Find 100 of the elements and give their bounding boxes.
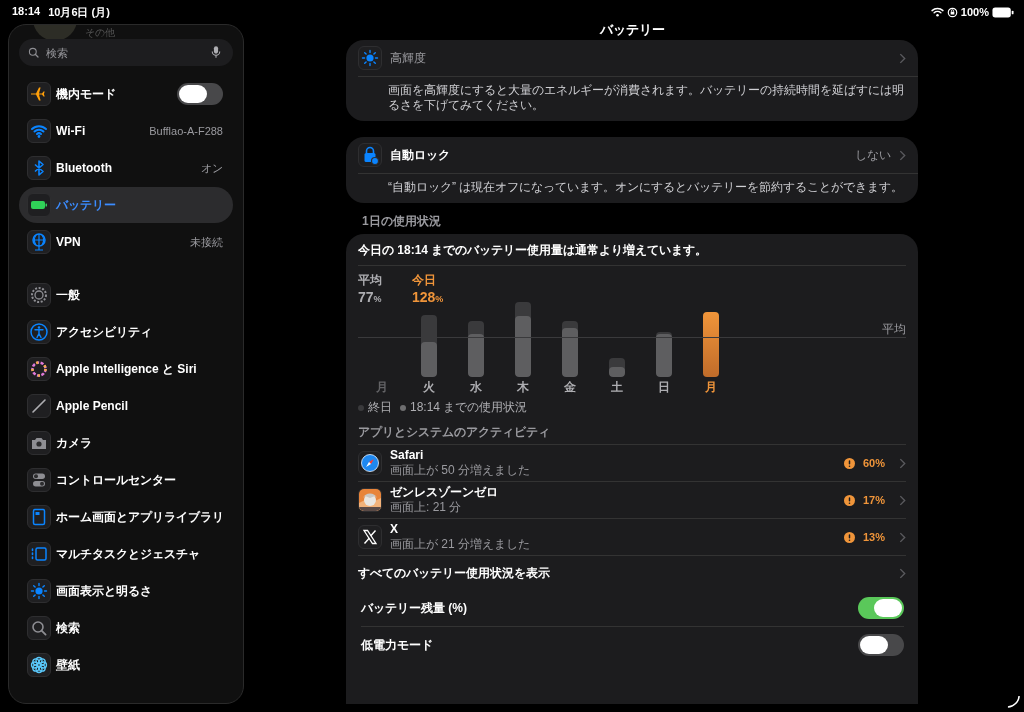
day-label: 日 (657, 379, 670, 396)
home-indicator-icon (1007, 695, 1020, 708)
toggle-switch[interactable] (858, 597, 904, 619)
chevron-icon (899, 52, 906, 64)
status-date: 10月6日 (月) (48, 4, 110, 20)
app-name: X (390, 522, 399, 537)
item-value: Bufflao-A-F288 (149, 125, 223, 137)
sidebar-item[interactable]: 機内モード (19, 76, 233, 112)
usage-share: 17% (862, 494, 885, 506)
battery-percentage: 100% (960, 6, 989, 18)
page-title: バッテリー (598, 21, 666, 39)
sidebar-item[interactable]: 画面表示と明るさ (19, 573, 233, 609)
item-value: 未接続 (190, 234, 223, 250)
app-name: Safari (390, 448, 425, 463)
app-row[interactable]: ゼンレスゾーンゼロ 画面上: 21 分 17% (358, 482, 906, 519)
camera-icon (27, 431, 51, 455)
accessibility-icon (27, 320, 51, 344)
day-label: 水 (469, 379, 482, 396)
sidebar-item[interactable]: 検索 (19, 610, 233, 646)
section-heading: 1日の使用状況 (362, 213, 442, 230)
chevron-icon (899, 567, 906, 579)
sidebar-item[interactable]: マルチタスクとジェスチャ (19, 536, 233, 572)
x-logo-icon (358, 525, 382, 549)
airplane-mode-switch[interactable] (177, 83, 223, 105)
search-icon (26, 45, 41, 60)
usage-bar (561, 321, 578, 377)
search-icon (27, 616, 51, 640)
chevron-icon (899, 494, 906, 506)
app-detail: 画面上が 21 分増えました (390, 537, 531, 552)
stat-label: 平均 (358, 272, 382, 289)
stat-value: 128% (412, 289, 444, 305)
row-label: 自動ロック (390, 146, 451, 164)
battery-icon (27, 193, 51, 217)
usage-bar (467, 321, 484, 377)
usage-bar (420, 315, 437, 377)
globe-icon (27, 230, 51, 254)
sidebar-item[interactable]: アクセシビリティ (19, 314, 233, 350)
card-note: 画面を高輝度にすると大量のエネルギーが消費されます。バッテリーの持続時間を延ばすには明るさを下げてみてください。 (387, 82, 905, 114)
app-detail: 画面上: 21 分 (390, 500, 463, 515)
sidebar-item[interactable]: カメラ (19, 425, 233, 461)
day-label: 金 (563, 379, 576, 396)
row-value: しない (855, 146, 891, 164)
flower-icon (27, 653, 51, 677)
show-all-row[interactable]: すべてのバッテリー使用状況を表示 (358, 556, 906, 590)
sidebar-item[interactable]: Bluetooth オン (19, 150, 233, 186)
usage-bar (655, 332, 672, 377)
day-label: 月 (375, 379, 388, 396)
toggle-switch[interactable] (858, 634, 904, 656)
tablet-icon (27, 505, 51, 529)
status-time: 18:14 (12, 4, 41, 19)
settings-row[interactable]: 自動ロック しない (358, 137, 918, 174)
sidebar-item[interactable]: Apple Pencil (19, 388, 233, 424)
switches-icon (27, 468, 51, 492)
rotation-lock-icon (946, 6, 958, 18)
app-name: ゼンレスゾーンゼロ (390, 485, 499, 500)
bluetooth-icon (27, 156, 51, 180)
usage-bar (608, 358, 625, 377)
sidebar-item[interactable]: コントロールセンター (19, 462, 233, 498)
average-label: 平均 (882, 321, 906, 338)
item-value: オン (201, 160, 223, 176)
sidebar-item[interactable]: Wi-Fi Bufflao-A-F288 (19, 113, 233, 149)
setting-label: バッテリー残量 (%) (361, 599, 467, 617)
legend-label: 終日 (368, 399, 392, 416)
sidebar-item[interactable]: VPN 未接続 (19, 224, 233, 260)
wifi-icon (27, 119, 51, 143)
sidebar-item[interactable]: ホーム画面とアプリライブラリ (19, 499, 233, 535)
section-heading: アプリとシステムのアクティビティ (358, 424, 906, 445)
gear-icon (27, 283, 51, 307)
usage-share: 13% (862, 531, 885, 543)
day-label: 土 (610, 379, 623, 396)
day-label: 月 (704, 379, 717, 396)
sidebar-item[interactable]: 一般 (19, 277, 233, 313)
app-row[interactable]: Safari 画面上が 50 分増えました 60% (358, 445, 906, 482)
sidebar-item[interactable]: バッテリー (19, 187, 233, 223)
battery-icon (992, 6, 1014, 18)
usage-share: 60% (862, 457, 885, 469)
search-field[interactable]: 検索 (19, 39, 233, 66)
app-row[interactable]: X 画面上が 21 分増えました 13% (358, 519, 906, 556)
sun-icon (27, 579, 51, 603)
compass-icon (358, 451, 382, 475)
wifi-icon (930, 7, 944, 17)
day-label: 火 (422, 379, 435, 396)
setting-label: 低電力モード (361, 636, 433, 654)
app-detail: 画面上が 50 分増えました (390, 463, 531, 478)
stat-label: 今日 (412, 272, 437, 289)
card-note: “自動ロック” は現在オフになっています。オンにするとバッテリーを節約することができます。 (387, 179, 905, 196)
sidebar-item[interactable]: Apple Intelligence と Siri (19, 351, 233, 387)
airplane-icon (27, 82, 51, 106)
legend-label: 18:14 までの使用状況 (410, 399, 528, 416)
stat-value: 77% (358, 289, 382, 305)
sun-icon (358, 46, 382, 70)
legend-dot (400, 404, 406, 411)
sidebar-item[interactable]: 壁紙 (19, 647, 233, 683)
pencil-icon (27, 394, 51, 418)
multitask-icon (27, 542, 51, 566)
chevron-icon (899, 457, 906, 469)
row-label: 高輝度 (390, 49, 427, 67)
lock-icon (358, 143, 382, 167)
microphone-icon[interactable] (211, 45, 221, 59)
usage-summary: 今日の 18:14 までのバッテリー使用量は通常より増えています。 (358, 234, 906, 266)
